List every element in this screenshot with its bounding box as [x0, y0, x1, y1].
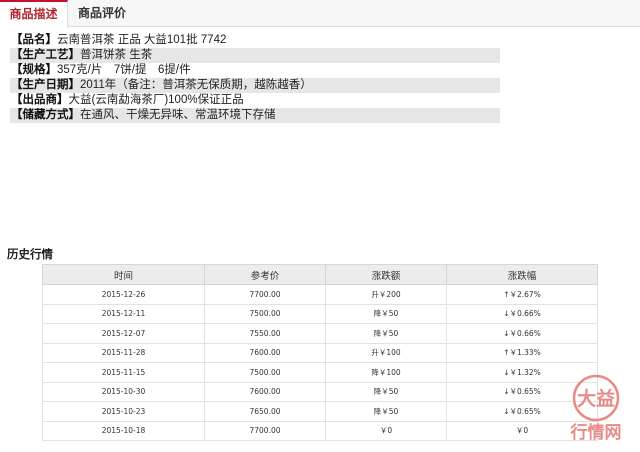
cell-price: 7700.00: [204, 421, 326, 441]
spec-key: 【出品商】: [11, 94, 69, 106]
tab-bar: 商品描述 商品评价: [0, 0, 640, 28]
spec-value: 大益(云南勐海茶厂)100%保证正品: [68, 94, 244, 106]
product-specs: 【品名】云南普洱茶 正品 大益101批 7742 【生产工艺】普洱饼茶 生茶 【…: [10, 33, 500, 123]
cell-change: 降￥50: [325, 304, 447, 324]
cell-date: 2015-12-26: [42, 284, 205, 305]
cell-percent: ↑￥2.67%: [446, 284, 598, 305]
cell-change: 降￥50: [325, 401, 447, 422]
spec-key: 【生产日期】: [11, 79, 80, 91]
table-row: 2015-10-23 7650.00 降￥50 ↓￥0.65%: [42, 401, 598, 422]
table-row: 2015-10-30 7600.00 降￥50 ↓￥0.65%: [42, 382, 598, 402]
spec-value: 357克/片 7饼/提 6提/件: [57, 64, 191, 76]
spec-row-size: 【规格】357克/片 7饼/提 6提/件: [10, 63, 500, 78]
logo-bottom-text: 行情网: [570, 422, 622, 443]
cell-percent: ↓￥0.66%: [446, 304, 598, 324]
cell-date: 2015-12-11: [42, 304, 205, 324]
table-row: 2015-11-28 7600.00 升￥100 ↑￥1.33%: [42, 343, 598, 363]
logo-top-text: 大益: [577, 387, 615, 410]
cell-price: 7600.00: [204, 382, 326, 402]
spec-row-storage: 【储藏方式】在通风、干燥无异味、常温环境下存储: [10, 108, 500, 123]
spec-row-producer: 【出品商】大益(云南勐海茶厂)100%保证正品: [10, 93, 500, 108]
spec-value: 云南普洱茶 正品 大益101批 7742: [57, 34, 227, 46]
spec-key: 【生产工艺】: [11, 49, 80, 61]
spec-value: 2011年（备注：普洱茶无保质期，越陈越香）: [80, 79, 312, 91]
spec-key: 【储藏方式】: [11, 109, 80, 121]
cell-change: 降￥50: [325, 382, 447, 402]
table-row: 2015-11-15 7500.00 降￥100 ↓￥1.32%: [42, 362, 598, 383]
cell-price: 7500.00: [204, 362, 326, 383]
cell-change: 降￥50: [325, 323, 447, 344]
cell-percent: ↑￥1.33%: [446, 343, 598, 363]
cell-date: 2015-10-23: [42, 401, 205, 422]
cell-date: 2015-11-15: [42, 362, 205, 383]
spec-row-name: 【品名】云南普洱茶 正品 大益101批 7742: [10, 33, 500, 48]
cell-change: ￥0: [325, 421, 447, 441]
cell-price: 7650.00: [204, 401, 326, 422]
cell-date: 2015-12-07: [42, 323, 205, 344]
cell-price: 7550.00: [204, 323, 326, 344]
history-title: 历史行情: [7, 249, 53, 261]
table-row: 2015-10-18 7700.00 ￥0 ￥0: [42, 421, 598, 441]
cell-percent: ↓￥0.66%: [446, 323, 598, 344]
spec-value: 普洱饼茶 生茶: [80, 49, 153, 61]
cell-price: 7700.00: [204, 284, 326, 305]
spec-key: 【规格】: [11, 64, 57, 76]
column-header-date: 时间: [42, 264, 205, 285]
cell-price: 7600.00: [204, 343, 326, 363]
cell-date: 2015-11-28: [42, 343, 205, 363]
cell-date: 2015-10-30: [42, 382, 205, 402]
spec-row-production-date: 【生产日期】2011年（备注：普洱茶无保质期，越陈越香）: [10, 78, 500, 93]
spec-value: 在通风、干燥无异味、常温环境下存储: [80, 109, 276, 121]
cell-change: 降￥100: [325, 362, 447, 383]
tab-product-description[interactable]: 商品描述: [0, 0, 68, 28]
table-header-row: 时间 参考价 涨跌额 涨跌幅: [42, 264, 598, 285]
column-header-percent: 涨跌幅: [446, 264, 598, 285]
table-row: 2015-12-07 7550.00 降￥50 ↓￥0.66%: [42, 323, 598, 344]
cell-date: 2015-10-18: [42, 421, 205, 441]
column-header-price: 参考价: [204, 264, 326, 285]
spec-key: 【品名】: [11, 34, 57, 46]
table-row: 2015-12-11 7500.00 降￥50 ↓￥0.66%: [42, 304, 598, 324]
tab-product-reviews[interactable]: 商品评价: [68, 0, 136, 27]
daiyi-market-logo: 大益 行情网: [570, 374, 622, 443]
cell-change: 升￥200: [325, 284, 447, 305]
cell-price: 7500.00: [204, 304, 326, 324]
price-history-table: 时间 参考价 涨跌额 涨跌幅 2015-12-26 7700.00 升￥200 …: [42, 264, 598, 441]
spec-row-process: 【生产工艺】普洱饼茶 生茶: [10, 48, 500, 63]
column-header-change: 涨跌额: [325, 264, 447, 285]
table-row: 2015-12-26 7700.00 升￥200 ↑￥2.67%: [42, 284, 598, 305]
cell-change: 升￥100: [325, 343, 447, 363]
